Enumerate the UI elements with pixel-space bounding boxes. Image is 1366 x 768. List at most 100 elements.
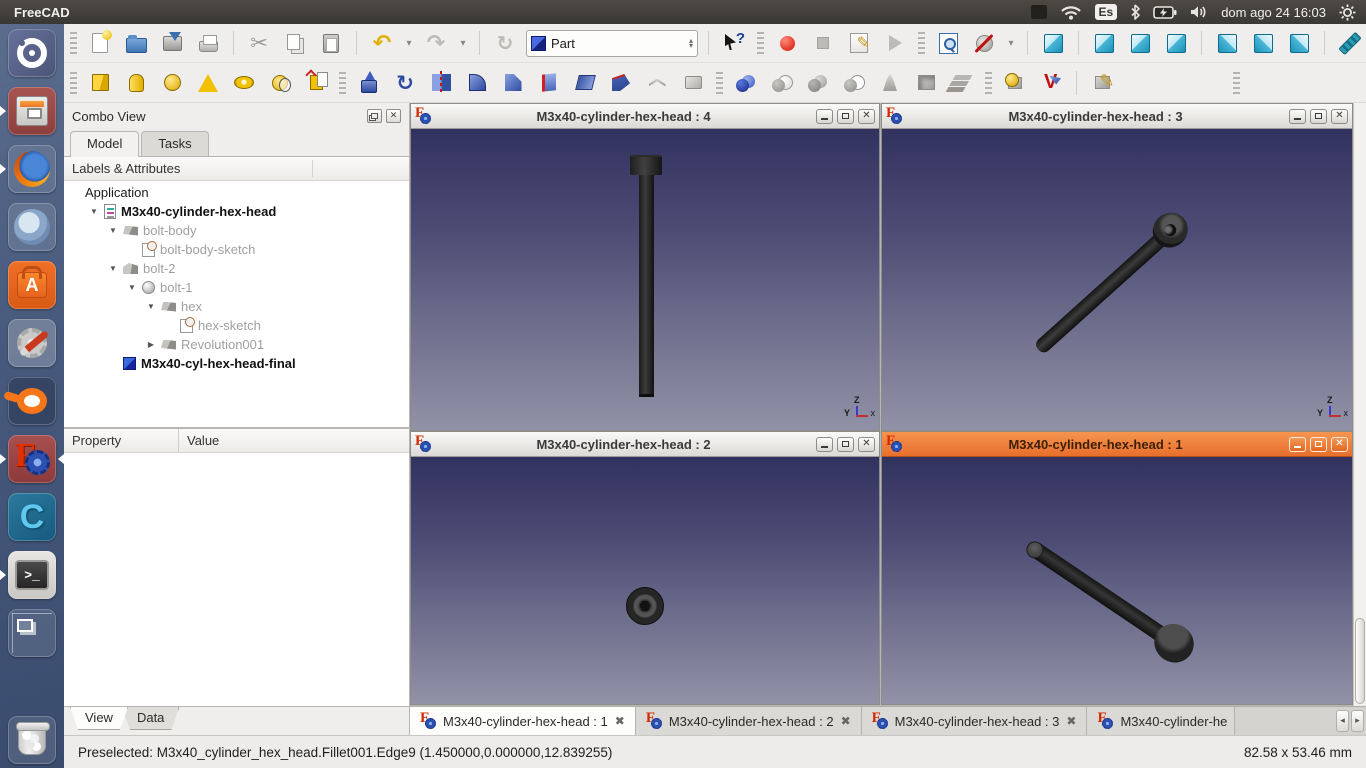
tree-item-application[interactable]: Application: [64, 183, 409, 202]
viewport-3d-top[interactable]: [411, 457, 879, 704]
toolbar-grip[interactable]: [757, 32, 764, 54]
scrollbar-thumb[interactable]: [1355, 618, 1365, 704]
macro-stop-button[interactable]: [808, 28, 838, 58]
minimize-button[interactable]: [1289, 109, 1306, 124]
minimize-button[interactable]: [816, 109, 833, 124]
maximize-button[interactable]: [837, 109, 854, 124]
maximize-button[interactable]: [1310, 109, 1327, 124]
boolean-button[interactable]: [731, 68, 761, 98]
view-right-button[interactable]: [1161, 28, 1191, 58]
offset-button[interactable]: [678, 68, 708, 98]
tab-close-icon[interactable]: ✖: [1234, 714, 1235, 728]
app-indicator-icon[interactable]: [1031, 5, 1047, 19]
tree-header[interactable]: Labels & Attributes: [64, 157, 409, 181]
launcher-item-firefox[interactable]: [8, 145, 56, 193]
create-tube-button[interactable]: [265, 68, 295, 98]
property-table-body[interactable]: [64, 453, 409, 707]
tab-data[interactable]: Data: [122, 707, 179, 730]
toolbar-grip[interactable]: [70, 72, 77, 94]
toolbar-grip[interactable]: [339, 72, 346, 94]
boolean-intersection-button[interactable]: [839, 68, 869, 98]
launcher-item-freecad[interactable]: [8, 435, 56, 483]
tab-view[interactable]: View: [70, 707, 128, 730]
maximize-button[interactable]: [837, 437, 854, 452]
print-button[interactable]: [193, 28, 223, 58]
launcher-item-chromium[interactable]: [8, 203, 56, 251]
bolt-model-isometric[interactable]: [1025, 195, 1206, 364]
keyboard-layout-indicator[interactable]: Es: [1095, 4, 1118, 20]
close-button[interactable]: ✕: [1331, 109, 1348, 124]
workbench-selector[interactable]: Part ▴▾: [526, 30, 698, 57]
macro-record-button[interactable]: [772, 28, 802, 58]
expander-icon[interactable]: ▼: [127, 283, 137, 292]
check-geometry-button[interactable]: [1000, 68, 1030, 98]
tab-close-icon[interactable]: ✖: [615, 714, 625, 728]
bolt-model-front[interactable]: [630, 155, 662, 397]
mdi-tab[interactable]: M3x40-cylinder-hex-head : 1✖: [410, 707, 636, 735]
sweep-button[interactable]: [642, 68, 672, 98]
tab-model[interactable]: Model: [70, 131, 139, 157]
tab-tasks[interactable]: Tasks: [141, 131, 208, 156]
save-document-button[interactable]: [157, 28, 187, 58]
tree-item-bolt-1[interactable]: ▼bolt-1: [64, 278, 409, 297]
create-cone-button[interactable]: [193, 68, 223, 98]
view-top-button[interactable]: [1125, 28, 1155, 58]
create-sketch-button[interactable]: [1087, 68, 1117, 98]
refresh-button[interactable]: [490, 28, 520, 58]
launcher-item-dash[interactable]: [8, 29, 56, 77]
close-button[interactable]: ✕: [858, 437, 875, 452]
undo-button[interactable]: [367, 28, 397, 58]
bluetooth-icon[interactable]: [1130, 4, 1140, 20]
fillet-button[interactable]: [462, 68, 492, 98]
tab-scroll-left-button[interactable]: ◂: [1336, 710, 1349, 732]
minimize-button[interactable]: [816, 437, 833, 452]
copy-button[interactable]: [280, 28, 310, 58]
minimize-button[interactable]: [1289, 437, 1306, 452]
boolean-cut-button[interactable]: [767, 68, 797, 98]
tab-close-icon[interactable]: ✖: [1066, 714, 1076, 728]
launcher-item-cura[interactable]: C: [8, 493, 56, 541]
make-face-button[interactable]: [534, 68, 564, 98]
redo-button[interactable]: [421, 28, 451, 58]
bolt-model-perspective[interactable]: [1017, 528, 1215, 680]
undo-dropdown[interactable]: ▾: [403, 28, 415, 58]
chamfer-button[interactable]: [498, 68, 528, 98]
window-titlebar-active[interactable]: M3x40-cylinder-hex-head : 1 ✕: [882, 432, 1352, 457]
value-column-header[interactable]: Value: [179, 433, 409, 448]
tree-item-m3x40-cyl-hex-head-final[interactable]: M3x40-cyl-hex-head-final: [64, 354, 409, 373]
expander-icon[interactable]: ▼: [89, 207, 99, 216]
new-document-button[interactable]: [85, 28, 115, 58]
cross-sections-button[interactable]: [947, 68, 977, 98]
create-box-button[interactable]: [85, 68, 115, 98]
tab-close-icon[interactable]: ✖: [841, 714, 851, 728]
create-primitives-button[interactable]: [301, 68, 331, 98]
expander-icon[interactable]: ▼: [146, 302, 156, 311]
launcher-item-workspaces[interactable]: [8, 609, 56, 657]
tree-item-bolt-body[interactable]: ▼bolt-body: [64, 221, 409, 240]
view-isometric-button[interactable]: [1038, 28, 1068, 58]
launcher-item-blender[interactable]: [8, 377, 56, 425]
launcher-item-software[interactable]: A: [8, 261, 56, 309]
measure-distance-button[interactable]: [1335, 28, 1365, 58]
mdi-scrollbar[interactable]: [1353, 103, 1366, 706]
window-titlebar[interactable]: M3x40-cylinder-hex-head : 2 ✕: [411, 432, 879, 457]
launcher-item-files[interactable]: [8, 87, 56, 135]
toolbar-grip[interactable]: [716, 72, 723, 94]
volume-icon[interactable]: [1190, 5, 1208, 19]
expander-icon[interactable]: ▼: [108, 264, 118, 273]
macro-play-button[interactable]: [880, 28, 910, 58]
whats-this-button[interactable]: [719, 28, 749, 58]
macro-edit-button[interactable]: [844, 28, 874, 58]
toolbar-grip[interactable]: [985, 72, 992, 94]
redo-dropdown[interactable]: ▾: [457, 28, 469, 58]
expander-icon[interactable]: ▼: [108, 226, 118, 235]
tab-scroll-right-button[interactable]: ▸: [1351, 710, 1364, 732]
draw-style-button[interactable]: [969, 28, 999, 58]
mdi-tab[interactable]: M3x40-cylinder-hex-head : 2✖: [636, 707, 862, 735]
draw-style-dropdown[interactable]: ▾: [1005, 28, 1017, 58]
loft-button[interactable]: [606, 68, 636, 98]
view-rear-button[interactable]: [1212, 28, 1242, 58]
tree-item-hex[interactable]: ▼hex: [64, 297, 409, 316]
cross-section-button[interactable]: [875, 68, 905, 98]
box-section-button[interactable]: [911, 68, 941, 98]
